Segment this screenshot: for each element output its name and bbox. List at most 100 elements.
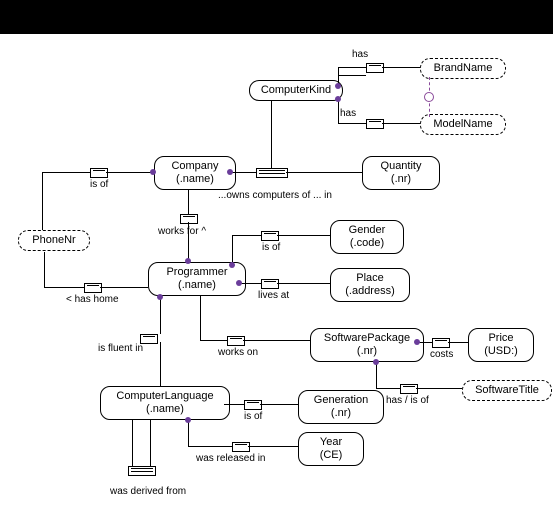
edge — [188, 420, 189, 446]
edge — [416, 388, 462, 389]
edge — [382, 123, 420, 124]
edge — [277, 283, 330, 284]
port-has-1 — [366, 63, 384, 73]
port-costs — [432, 338, 450, 348]
edge — [160, 296, 161, 334]
entity-label: Generation — [314, 394, 368, 406]
entity-sublabel: (CE) — [305, 449, 357, 462]
edge — [44, 287, 84, 288]
entity-sublabel: (.nr) — [369, 173, 433, 186]
mandatory-dot — [229, 262, 235, 268]
entity-model-name: ModelName — [420, 114, 506, 135]
rel-label-works-for: works for ^ — [158, 226, 206, 237]
port-isof-generation — [244, 400, 262, 410]
edge — [224, 404, 244, 405]
edge — [232, 235, 261, 236]
entity-quantity: Quantity (.nr) — [362, 156, 440, 190]
rel-label-lives-at: lives at — [258, 290, 289, 301]
edge — [150, 420, 151, 466]
entity-label: ComputerLanguage — [116, 390, 213, 402]
port-has-2 — [366, 119, 384, 129]
edge — [132, 420, 133, 466]
entity-place: Place (.address) — [330, 268, 410, 302]
entity-label: ComputerKind — [261, 84, 331, 96]
edge — [376, 362, 377, 388]
entity-computer-kind: ComputerKind — [249, 80, 343, 101]
entity-company: Company (.name) — [154, 156, 236, 190]
edge — [160, 342, 161, 386]
diagram-canvas: ComputerKind BrandName ModelName has has… — [0, 0, 553, 510]
mandatory-dot — [150, 169, 156, 175]
edge — [338, 67, 366, 68]
xor-circle-icon — [424, 92, 434, 102]
entity-sublabel: (.nr) — [317, 345, 417, 358]
edge — [240, 283, 261, 284]
mandatory-dot — [335, 83, 341, 89]
edge — [188, 190, 189, 214]
edge — [243, 340, 310, 341]
rel-label-has-home: < has home — [66, 294, 119, 305]
rel-label-isof-2: is of — [262, 242, 280, 253]
rel-label-works-on: works on — [218, 347, 258, 358]
edge — [248, 446, 298, 447]
rel-label-owns: ...owns computers of ... in — [218, 190, 332, 201]
entity-label: Place — [356, 272, 384, 284]
entity-label: ModelName — [433, 118, 492, 130]
rel-label-isof-3: is of — [244, 411, 262, 422]
rel-label-derived-from: was derived from — [110, 486, 186, 497]
port-works-for — [180, 214, 198, 224]
edge — [232, 235, 233, 265]
port-isof-company — [90, 168, 108, 178]
entity-sublabel: (.code) — [337, 237, 397, 250]
edge — [338, 75, 366, 76]
entity-software-package: SoftwarePackage (.nr) — [310, 328, 424, 362]
entity-computer-language: ComputerLanguage (.name) — [100, 386, 230, 420]
entity-label: Gender — [349, 224, 386, 236]
edge — [418, 342, 432, 343]
mandatory-dot — [414, 339, 420, 345]
port-released-in — [232, 442, 250, 452]
rel-label-is-fluent-in: is fluent in — [98, 343, 143, 354]
port-derived-from — [128, 466, 156, 476]
entity-sublabel: (.name) — [161, 173, 229, 186]
entity-sublabel: (.nr) — [305, 407, 377, 420]
port-isof-gender — [261, 231, 279, 241]
top-black-bar — [0, 0, 553, 34]
mandatory-dot — [373, 359, 379, 365]
entity-sublabel: (.name) — [155, 279, 239, 292]
rel-label-has-isof: has / is of — [386, 395, 429, 406]
port-has-home — [84, 283, 102, 293]
entity-label: BrandName — [434, 62, 493, 74]
edge — [338, 67, 339, 75]
edge — [260, 404, 298, 405]
edge — [188, 222, 189, 262]
edge — [448, 342, 468, 343]
edge — [376, 388, 400, 389]
edge — [188, 446, 232, 447]
entity-label: SoftwareTitle — [475, 384, 539, 396]
edge — [338, 99, 339, 123]
edge — [200, 340, 227, 341]
entity-label: Quantity — [381, 160, 422, 172]
entity-label: Price — [488, 332, 513, 344]
entity-label: SoftwarePackage — [324, 332, 410, 344]
port-owns — [256, 168, 288, 178]
edge — [338, 123, 366, 124]
edge — [200, 296, 201, 340]
port-works-on — [227, 336, 245, 346]
mandatory-dot — [236, 280, 242, 286]
entity-label: Programmer — [166, 266, 227, 278]
entity-gender: Gender (.code) — [330, 220, 404, 254]
port-has-isof — [400, 384, 418, 394]
rel-label-released-in: was released in — [196, 453, 265, 464]
edge — [100, 287, 148, 288]
rel-label-costs: costs — [430, 349, 453, 360]
rel-label-has-1: has — [352, 49, 368, 60]
entity-price: Price (USD:) — [468, 328, 534, 362]
edge — [44, 252, 45, 287]
entity-brand-name: BrandName — [420, 58, 506, 79]
entity-sublabel: (.name) — [107, 403, 223, 416]
edge — [286, 172, 362, 173]
edge — [271, 100, 272, 168]
rel-label-has-2: has — [340, 108, 356, 119]
